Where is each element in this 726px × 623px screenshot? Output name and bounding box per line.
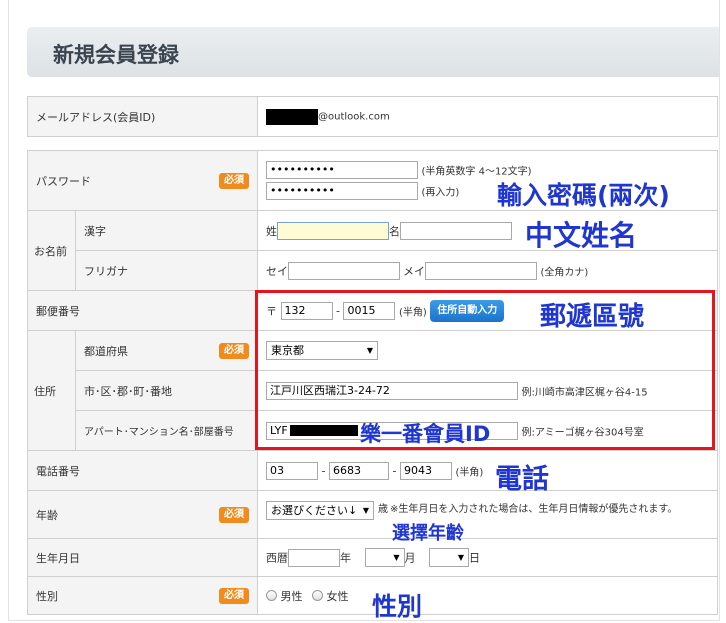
city-label: 市･区･郡･町･番地: [75, 370, 258, 411]
first-name-input[interactable]: [400, 221, 512, 240]
gender-female-radio[interactable]: [312, 590, 323, 601]
phone-hint: (半角): [455, 467, 484, 478]
annotation-age: 選擇年齡: [392, 523, 464, 544]
phone-part1-input[interactable]: 03: [266, 461, 318, 480]
password-confirm-hint: (再入力): [421, 187, 460, 199]
phone-row: 電話番号 03 - 6683 - 9043 (半角): [27, 450, 718, 491]
required-badge: 必須: [219, 172, 249, 189]
dropdown-arrow-icon: ▼: [393, 553, 400, 562]
annotation-member-id: 樂一番會員ID: [360, 422, 491, 446]
name-kanji-cell: 姓名: [257, 210, 718, 251]
first-name-prefix: 名: [389, 224, 400, 238]
password-label-cell: パスワード 必須: [27, 150, 258, 211]
birthdate-row: 生年月日 西暦 年 ▼ 月 ▼ 日: [27, 538, 718, 577]
address-group-label: 住所: [27, 330, 76, 451]
kana-first-prefix: メイ: [403, 264, 425, 278]
age-row: 年齢 必須 お選びください↓ ▼ 歳 ※生年月日を入力された場合は、生年月日情報…: [27, 490, 718, 539]
password-input[interactable]: ••••••••••: [266, 161, 418, 179]
annotation-phone: 電話: [495, 464, 549, 495]
required-badge: 必須: [219, 342, 249, 359]
phone-part3-input[interactable]: 9043: [399, 461, 452, 480]
name-kana-cell: セイ メイ (全角カナ): [257, 250, 718, 291]
last-name-input[interactable]: [277, 221, 389, 240]
email-label: メールアドレス(会員ID): [27, 96, 258, 137]
name-group-label: お名前: [27, 210, 76, 291]
required-badge: 必須: [219, 587, 249, 604]
gender-cell: 男性 女性: [257, 576, 718, 615]
email-value: @outlook.com: [257, 96, 718, 137]
kana-last-input[interactable]: [288, 261, 400, 280]
birth-month-unit: 月: [404, 551, 416, 565]
age-cell: お選びください↓ ▼ 歳 ※生年月日を入力された場合は、生年月日情報が優先されま…: [257, 490, 718, 539]
birthdate-cell: 西暦 年 ▼ 月 ▼ 日: [257, 538, 718, 577]
annotation-postal: 郵遞區號: [540, 302, 645, 332]
birth-month-select[interactable]: ▼: [364, 548, 405, 567]
page-title: 新規会員登録: [53, 43, 179, 67]
gender-label: 性別: [36, 589, 58, 603]
birthdate-label: 生年月日: [27, 538, 258, 577]
birth-day-unit: 日: [469, 551, 480, 565]
password-label: パスワード: [36, 174, 91, 188]
password-confirm-input[interactable]: ••••••••••: [266, 182, 418, 200]
name-kanji-label: 漢字: [75, 210, 258, 251]
gender-male-label: 男性: [280, 589, 303, 603]
prefecture-label: 都道府県: [84, 344, 128, 358]
postal-label: 郵便番号: [27, 290, 258, 331]
phone-part2-input[interactable]: 6683: [328, 461, 389, 480]
annotation-password: 輸入密碼(兩次): [497, 181, 670, 210]
birth-day-select[interactable]: ▼: [429, 548, 469, 567]
phone-dash: -: [321, 464, 326, 477]
email-table: メールアドレス(会員ID) @outlook.com: [27, 96, 718, 137]
dropdown-arrow-icon: ▼: [457, 553, 464, 562]
phone-cell: 03 - 6683 - 9043 (半角): [257, 450, 718, 491]
kana-first-input[interactable]: [425, 261, 537, 280]
gender-male-radio[interactable]: [266, 590, 277, 601]
prefecture-label-cell: 都道府県 必須: [75, 330, 258, 371]
age-label-cell: 年齢 必須: [27, 490, 258, 539]
kana-hint: (全角カナ): [540, 267, 589, 278]
age-label: 年齢: [36, 508, 58, 522]
phone-label: 電話番号: [27, 450, 258, 491]
required-badge: 必須: [219, 506, 249, 523]
gender-female-label: 女性: [326, 589, 349, 603]
email-row: メールアドレス(会員ID) @outlook.com: [27, 96, 718, 137]
birth-year-unit: 年: [340, 551, 351, 565]
building-label: アパート･マンション名･部屋番号: [75, 410, 258, 451]
name-kana-label: フリガナ: [75, 250, 258, 291]
last-name-prefix: 姓: [266, 224, 277, 238]
kana-last-prefix: セイ: [266, 264, 288, 278]
age-note: ※生年月日を入力された場合は、生年月日情報が優先されます。: [390, 503, 678, 515]
name-kana-row: フリガナ セイ メイ (全角カナ): [28, 250, 718, 291]
email-domain: @outlook.com: [318, 111, 390, 122]
annotation-gender: 性別: [372, 592, 423, 621]
gender-label-cell: 性別 必須: [27, 576, 258, 615]
birth-era-label: 西暦: [266, 551, 288, 565]
email-redaction: [266, 108, 318, 125]
page-header: 新規会員登録: [27, 27, 719, 77]
annotation-name: 中文姓名: [525, 219, 638, 252]
birth-year-input[interactable]: [288, 548, 340, 567]
phone-dash: -: [392, 464, 397, 477]
